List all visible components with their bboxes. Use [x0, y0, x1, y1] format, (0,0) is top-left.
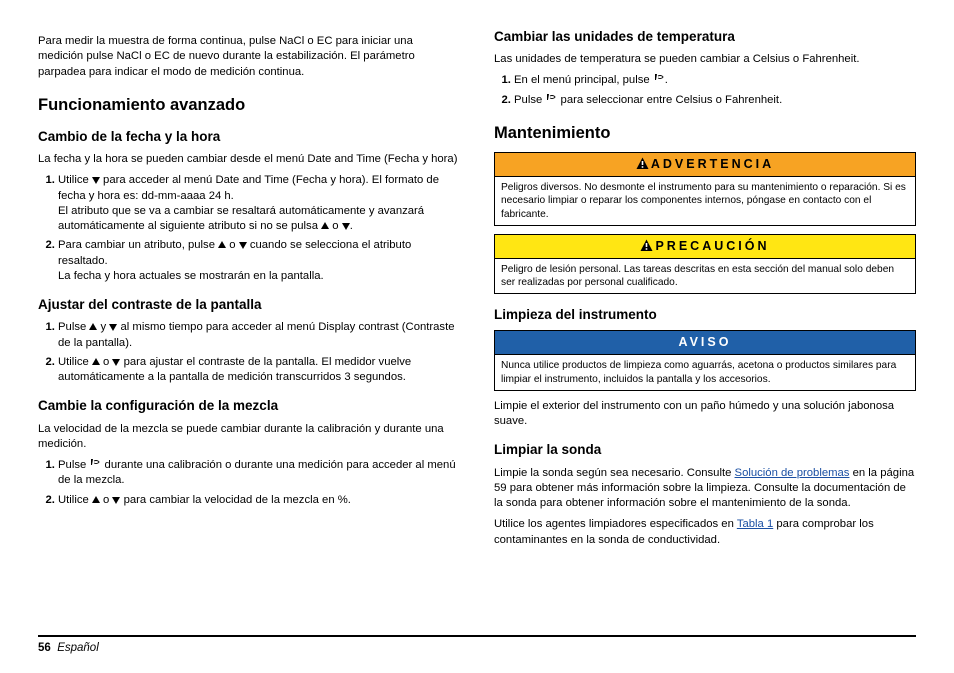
temperatura-intro: Las unidades de temperatura se pueden ca… [494, 52, 916, 67]
page: Para medir la muestra de forma continua,… [0, 0, 954, 673]
caution-title: PRECAUCIÓN [495, 235, 915, 258]
heading-temperatura: Cambiar las unidades de temperatura [494, 28, 916, 46]
limpieza-paragraph: Limpie el exterior del instrumento con u… [494, 399, 916, 430]
left-column: Para medir la muestra de forma continua,… [38, 28, 460, 625]
warning-title: ADVERTENCIA [495, 153, 915, 176]
up-arrow-icon [92, 358, 100, 366]
warning-icon [636, 157, 649, 170]
caution-box: PRECAUCIÓN Peligro de lesión personal. L… [494, 234, 916, 294]
heading-limpiar-sonda: Limpiar la sonda [494, 441, 916, 459]
down-arrow-icon [342, 222, 350, 230]
table-1-link[interactable]: Tabla 1 [737, 518, 773, 530]
list-item: Utilice o para cambiar la velocidad de l… [58, 493, 460, 508]
sonda-paragraph-2: Utilice los agentes limpiadores especifi… [494, 517, 916, 548]
intro-paragraph: Para medir la muestra de forma continua,… [38, 34, 460, 80]
down-arrow-icon [239, 241, 247, 249]
page-number: 56 [38, 642, 51, 654]
heading-limpieza-instrumento: Limpieza del instrumento [494, 306, 916, 324]
mezcla-list: Pulse durante una calibración o durante … [38, 458, 460, 508]
footer-rule [38, 635, 916, 637]
up-arrow-icon [218, 241, 226, 249]
contraste-list: Pulse y al mismo tiempo para acceder al … [38, 320, 460, 385]
list-item: En el menú principal, pulse . [514, 73, 916, 88]
footer-text: 56 Español [38, 641, 916, 657]
notice-title: AVISO [495, 331, 915, 354]
temperatura-list: En el menú principal, pulse . Pulse para… [494, 73, 916, 108]
heading-mezcla: Cambie la configuración de la mezcla [38, 397, 460, 415]
troubleshooting-link[interactable]: Solución de problemas [735, 467, 850, 479]
list-item: Pulse y al mismo tiempo para acceder al … [58, 320, 460, 351]
warning-icon [640, 239, 653, 252]
down-arrow-icon [92, 176, 100, 184]
notice-body: Nunca utilice productos de limpieza como… [495, 354, 915, 390]
fecha-hora-list: Utilice para acceder al menú Date and Ti… [38, 173, 460, 284]
up-arrow-icon [321, 222, 329, 230]
list-item: Utilice para acceder al menú Date and Ti… [58, 173, 460, 234]
list-item: Pulse durante una calibración o durante … [58, 458, 460, 489]
list-item: Utilice o para ajustar el contraste de l… [58, 355, 460, 386]
mezcla-intro: La velocidad de la mezcla se puede cambi… [38, 422, 460, 453]
mixer-icon [89, 458, 101, 470]
columns: Para medir la muestra de forma continua,… [38, 28, 916, 625]
warning-body: Peligros diversos. No desmonte el instru… [495, 176, 915, 225]
heading-funcionamiento: Funcionamiento avanzado [38, 94, 460, 116]
heading-mantenimiento: Mantenimiento [494, 122, 916, 144]
right-column: Cambiar las unidades de temperatura Las … [494, 28, 916, 625]
notice-box: AVISO Nunca utilice productos de limpiez… [494, 330, 916, 390]
caution-body: Peligro de lesión personal. Las tareas d… [495, 258, 915, 294]
heading-fecha-hora: Cambio de la fecha y la hora [38, 128, 460, 146]
heading-contraste: Ajustar del contraste de la pantalla [38, 296, 460, 314]
sonda-paragraph-1: Limpie la sonda según sea necesario. Con… [494, 466, 916, 512]
list-item: Pulse para seleccionar entre Celsius o F… [514, 93, 916, 108]
mixer-icon [653, 73, 665, 85]
warning-box: ADVERTENCIA Peligros diversos. No desmon… [494, 152, 916, 226]
page-footer: 56 Español [38, 631, 916, 657]
list-item: Para cambiar un atributo, pulse o cuando… [58, 238, 460, 284]
footer-language: Español [57, 642, 99, 654]
up-arrow-icon [92, 496, 100, 504]
mixer-icon [545, 93, 557, 105]
fecha-hora-intro: La fecha y la hora se pueden cambiar des… [38, 152, 460, 167]
